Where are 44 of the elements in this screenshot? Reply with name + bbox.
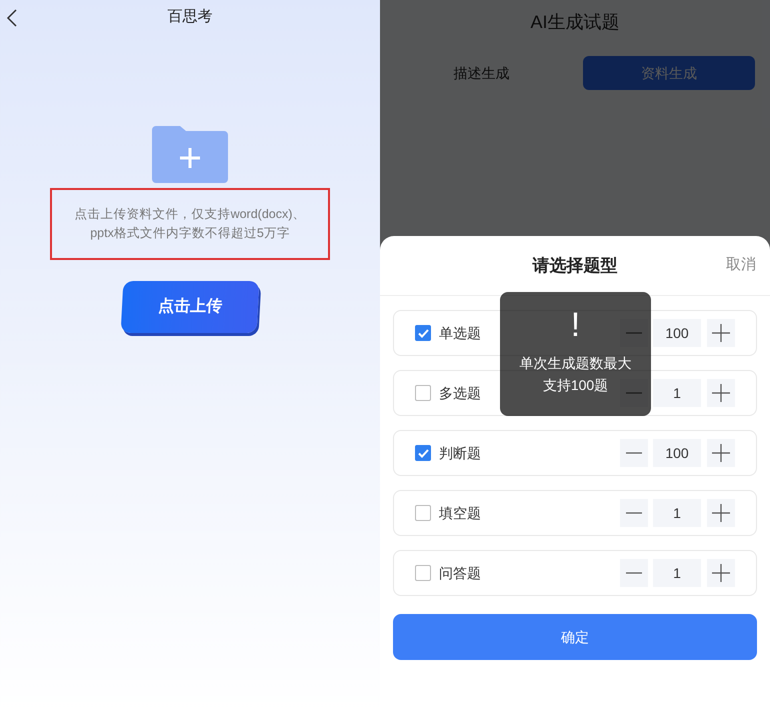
toast-message: 单次生成题数最大支持100题 bbox=[518, 354, 632, 395]
plus-button[interactable] bbox=[707, 439, 735, 467]
back-icon[interactable] bbox=[6, 9, 18, 27]
count-field[interactable]: 1 bbox=[653, 499, 701, 527]
count-field[interactable]: 1 bbox=[653, 559, 701, 587]
plus-button[interactable] bbox=[707, 319, 735, 347]
minus-button[interactable] bbox=[620, 439, 648, 467]
count-field[interactable]: 1 bbox=[653, 379, 701, 407]
minus-icon bbox=[626, 572, 642, 574]
plus-icon bbox=[712, 564, 730, 582]
checkbox[interactable] bbox=[415, 445, 431, 461]
count-field[interactable]: 100 bbox=[653, 439, 701, 467]
folder-add-icon bbox=[152, 126, 228, 183]
minus-icon bbox=[626, 452, 642, 454]
plus-icon bbox=[712, 384, 730, 402]
count-field[interactable]: 100 bbox=[653, 319, 701, 347]
checkbox[interactable] bbox=[415, 385, 431, 401]
minus-button[interactable] bbox=[620, 499, 648, 527]
minus-button[interactable] bbox=[620, 559, 648, 587]
sheet-title: 请选择题型 bbox=[532, 254, 618, 277]
plus-icon bbox=[712, 444, 730, 462]
plus-button[interactable] bbox=[707, 499, 735, 527]
warning-icon: ! bbox=[570, 306, 580, 344]
plus-button[interactable] bbox=[707, 379, 735, 407]
question-type-label: 判断题 bbox=[439, 444, 481, 462]
plus-button[interactable] bbox=[707, 559, 735, 587]
cancel-button[interactable]: 取消 bbox=[726, 254, 756, 276]
question-type-label: 问答题 bbox=[439, 564, 481, 582]
question-type-label: 单选题 bbox=[439, 324, 481, 342]
checkmark-icon bbox=[418, 328, 428, 338]
upload-hint: 点击上传资料文件，仅支持word(docx)、pptx格式文件内字数不得超过5万字 bbox=[50, 188, 330, 260]
checkbox[interactable] bbox=[415, 325, 431, 341]
question-type-label: 填空题 bbox=[439, 504, 481, 522]
question-type-label: 多选题 bbox=[439, 384, 481, 402]
plus-icon bbox=[712, 504, 730, 522]
checkbox[interactable] bbox=[415, 565, 431, 581]
plus-icon bbox=[712, 324, 730, 342]
checkbox[interactable] bbox=[415, 505, 431, 521]
checkmark-icon bbox=[418, 448, 428, 458]
page-title: AI生成试题 bbox=[530, 11, 620, 34]
confirm-button[interactable]: 确定 bbox=[393, 614, 757, 660]
minus-icon bbox=[626, 512, 642, 514]
upload-button[interactable]: 点击上传 bbox=[120, 281, 260, 333]
page-title: 百思考 bbox=[168, 6, 212, 27]
